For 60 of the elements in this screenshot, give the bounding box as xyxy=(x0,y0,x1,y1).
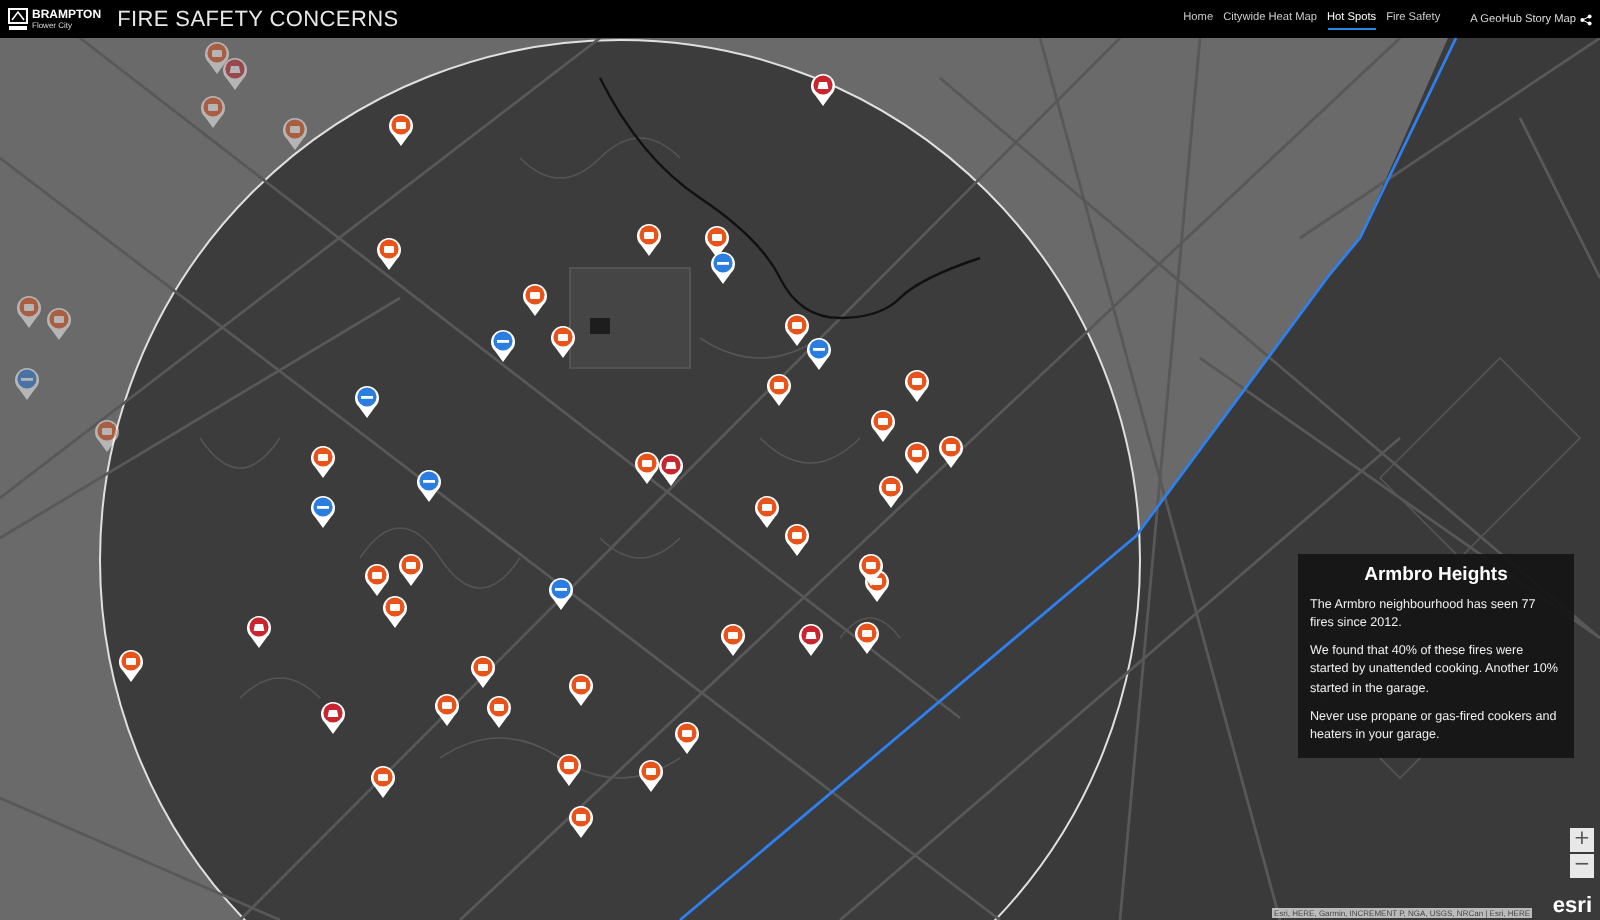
smoking-incident-marker-icon[interactable] xyxy=(415,467,441,501)
cooking-incident-marker-icon[interactable] xyxy=(633,449,659,483)
cooking-incident-marker-icon[interactable] xyxy=(375,235,401,269)
cooking-incident-marker-icon[interactable] xyxy=(853,619,879,653)
cooking-incident-marker-icon[interactable] xyxy=(521,281,547,315)
cooking-incident-marker-icon[interactable] xyxy=(387,111,413,145)
cooking-incident-marker-icon[interactable] xyxy=(783,521,809,555)
smoking-incident-marker-icon[interactable] xyxy=(489,327,515,361)
smoking-incident-marker-icon[interactable] xyxy=(709,249,735,283)
share-icon xyxy=(1580,13,1592,25)
app-title: FIRE SAFETY CONCERNS xyxy=(117,7,399,31)
smoking-incident-marker-icon[interactable] xyxy=(547,575,573,609)
cooking-incident-marker-icon[interactable] xyxy=(93,417,119,451)
cooking-incident-marker-icon[interactable] xyxy=(937,433,963,467)
cooking-incident-marker-icon[interactable] xyxy=(673,719,699,753)
cooking-incident-marker-icon[interactable] xyxy=(199,93,225,127)
smoking-incident-marker-icon[interactable] xyxy=(805,335,831,369)
panel-title: Armbro Heights xyxy=(1362,564,1510,586)
cooking-incident-marker-icon[interactable] xyxy=(637,757,663,791)
cooking-incident-marker-icon[interactable] xyxy=(567,671,593,705)
cooking-incident-marker-icon[interactable] xyxy=(469,653,495,687)
cooking-incident-marker-icon[interactable] xyxy=(555,751,581,785)
cooking-incident-marker-icon[interactable] xyxy=(203,39,229,73)
vehicle-incident-marker-icon[interactable] xyxy=(221,55,247,89)
smoking-incident-marker-icon[interactable] xyxy=(309,493,335,527)
vehicle-incident-marker-icon[interactable] xyxy=(657,451,683,485)
cooking-incident-marker-icon[interactable] xyxy=(903,439,929,473)
zoom-out-button[interactable]: − xyxy=(1570,854,1594,878)
cooking-incident-marker-icon[interactable] xyxy=(857,551,883,585)
cooking-incident-marker-icon[interactable] xyxy=(485,693,511,727)
esri-logo: esri xyxy=(1552,896,1592,918)
cooking-incident-marker-icon[interactable] xyxy=(549,323,575,357)
cooking-incident-marker-icon[interactable] xyxy=(567,803,593,837)
cooking-incident-marker-icon[interactable] xyxy=(765,371,791,405)
smoking-incident-marker-icon[interactable] xyxy=(13,365,39,399)
cooking-incident-marker-icon[interactable] xyxy=(703,223,729,257)
cooking-incident-marker-icon[interactable] xyxy=(783,311,809,345)
cooking-incident-marker-icon[interactable] xyxy=(45,305,71,339)
zoom-in-button[interactable]: + xyxy=(1570,828,1594,852)
cooking-incident-marker-icon[interactable] xyxy=(635,221,661,255)
cooking-incident-marker-icon[interactable] xyxy=(877,473,903,507)
vehicle-incident-marker-icon[interactable] xyxy=(797,621,823,655)
cooking-incident-marker-icon[interactable] xyxy=(869,407,895,441)
city-crest-icon xyxy=(8,7,28,31)
cooking-incident-marker-icon[interactable] xyxy=(753,493,779,527)
cooking-incident-marker-icon[interactable] xyxy=(433,691,459,725)
vehicle-incident-marker-icon[interactable] xyxy=(245,613,271,647)
vehicle-incident-marker-icon[interactable] xyxy=(809,71,835,105)
cooking-incident-marker-icon[interactable] xyxy=(903,367,929,401)
cooking-incident-marker-icon[interactable] xyxy=(381,593,407,627)
cooking-incident-marker-icon[interactable] xyxy=(363,561,389,595)
cooking-incident-marker-icon[interactable] xyxy=(117,647,143,681)
cooking-incident-marker-icon[interactable] xyxy=(369,763,395,797)
cooking-incident-marker-icon[interactable] xyxy=(15,293,41,327)
cooking-incident-marker-icon[interactable] xyxy=(397,551,423,585)
cooking-incident-marker-icon[interactable] xyxy=(719,621,745,655)
smoking-incident-marker-icon[interactable] xyxy=(353,383,379,417)
cooking-incident-marker-icon[interactable] xyxy=(281,115,307,149)
vehicle-incident-marker-icon[interactable] xyxy=(319,699,345,733)
cooking-incident-marker-icon[interactable] xyxy=(309,443,335,477)
